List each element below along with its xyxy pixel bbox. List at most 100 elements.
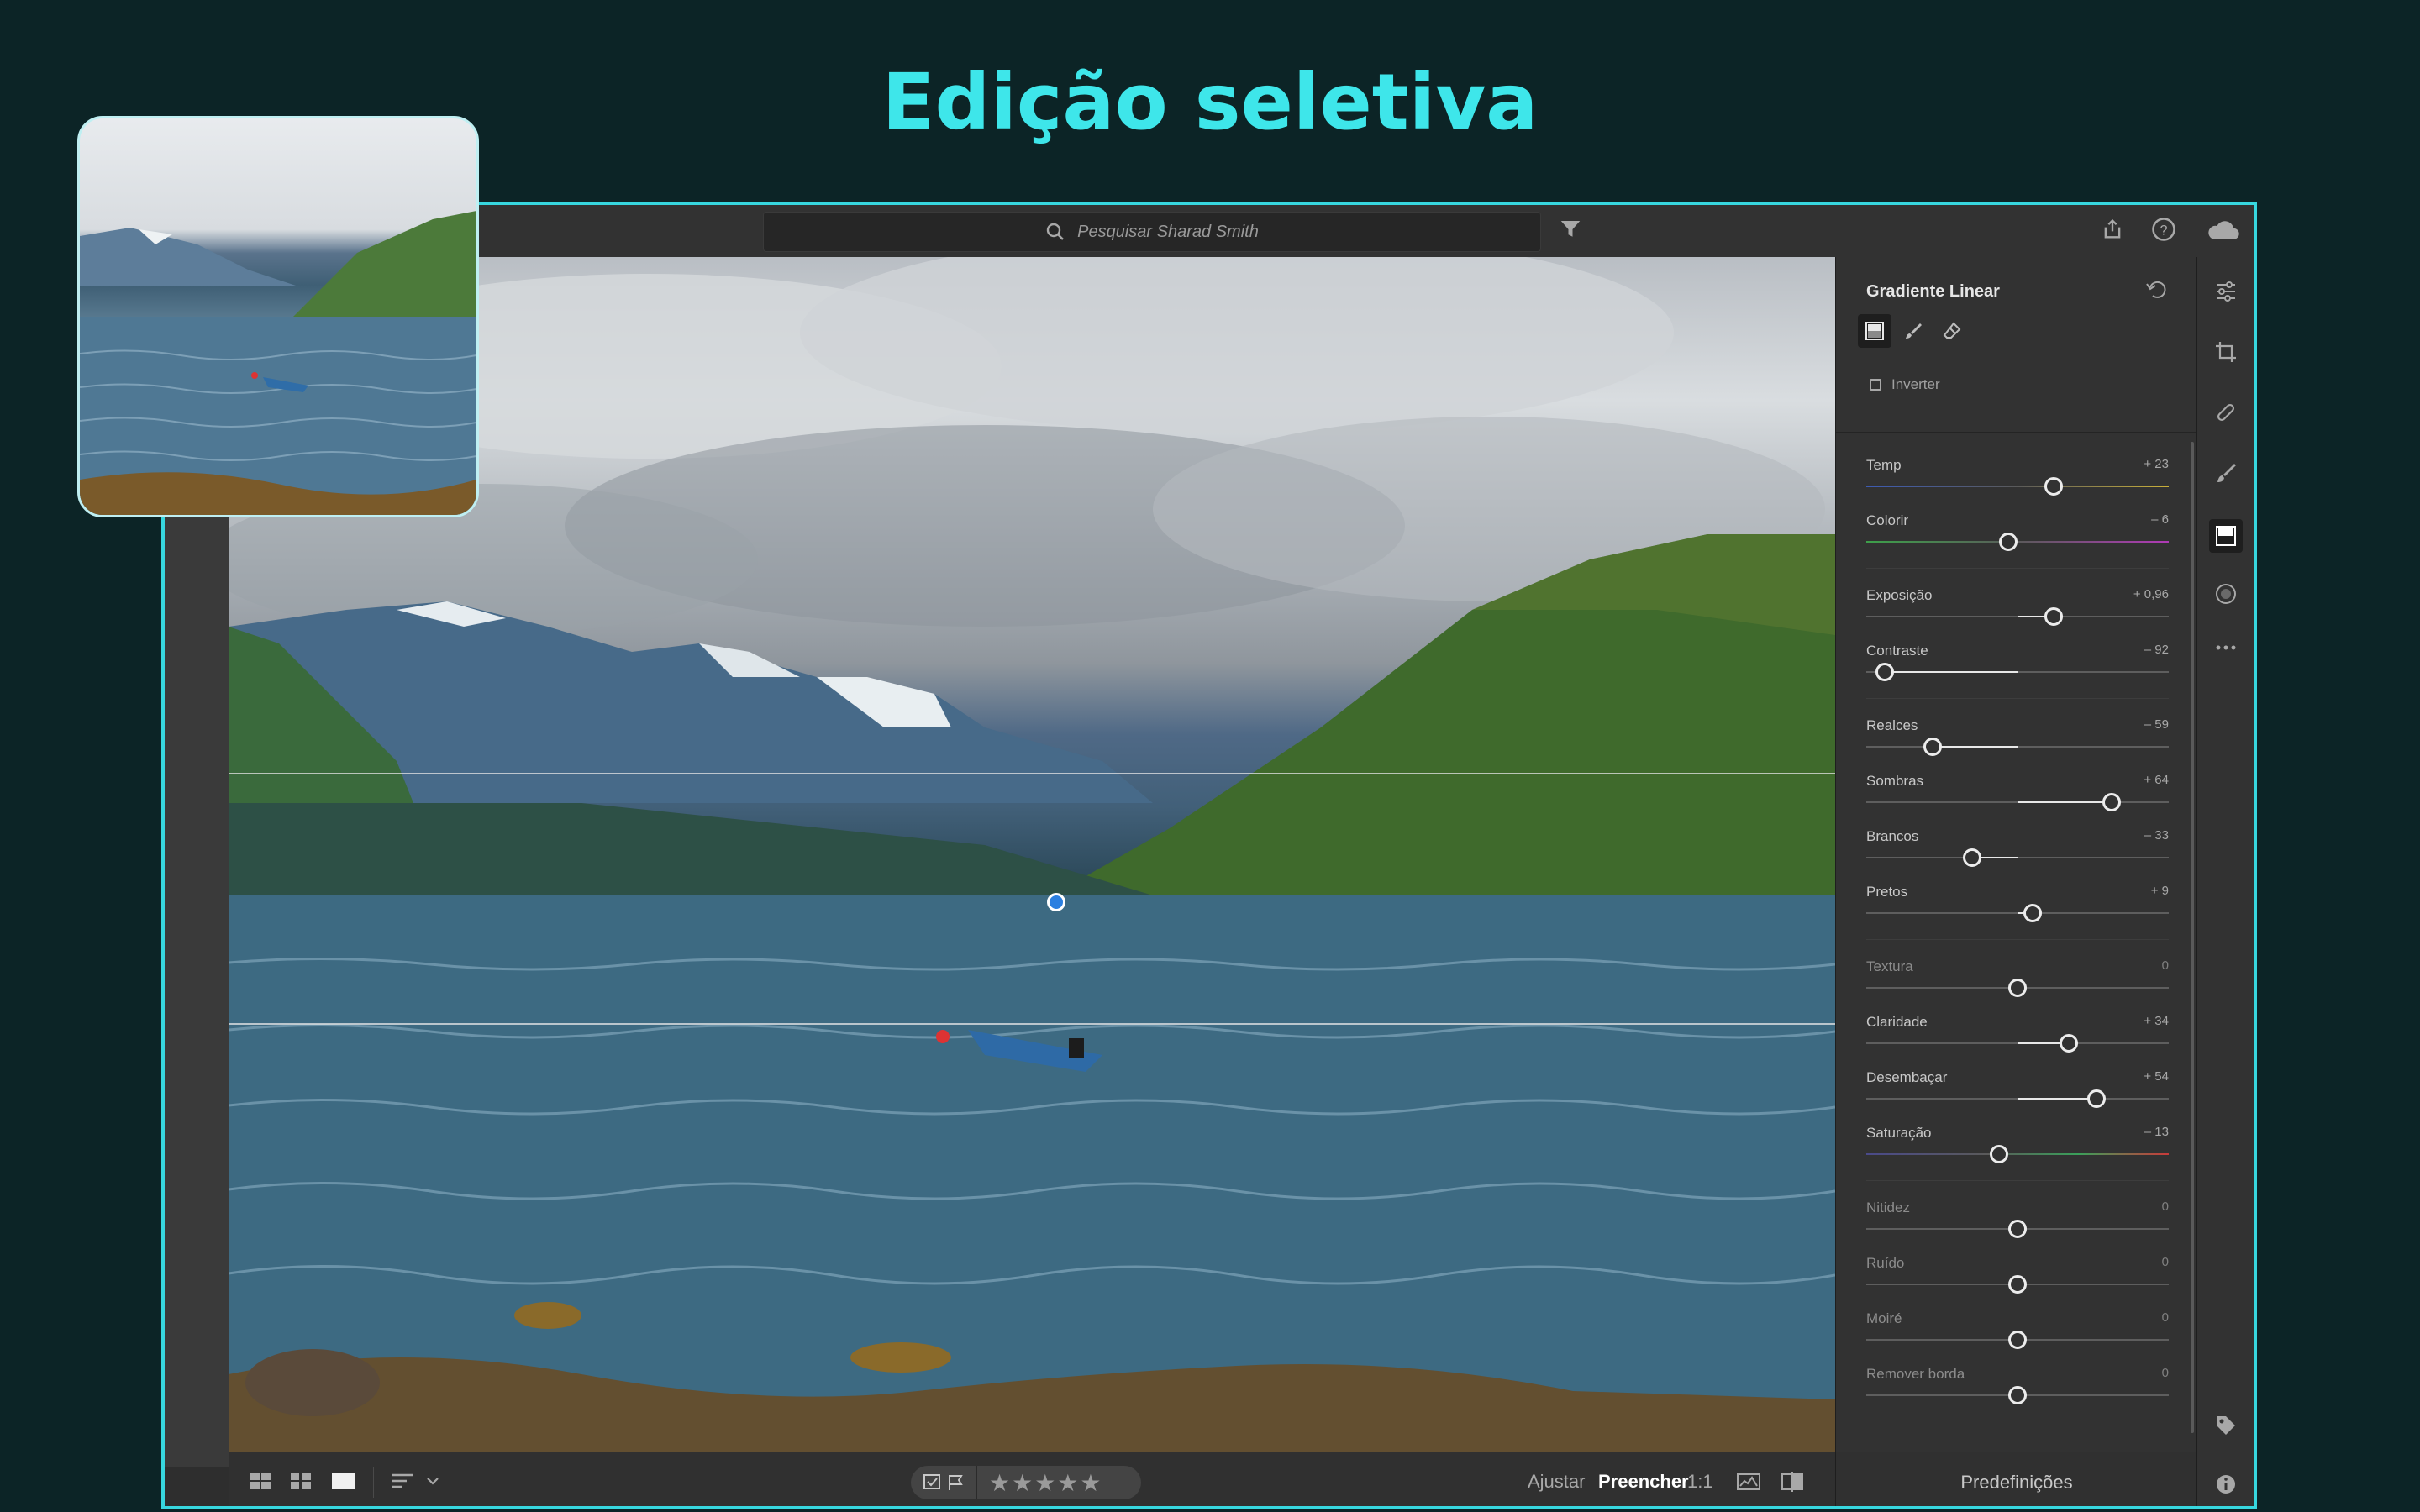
preencher-option[interactable]: Preencher <box>1598 1471 1689 1493</box>
slider-label: Temp <box>1866 457 1902 473</box>
slider-label: Contraste <box>1866 643 1928 659</box>
svg-text:?: ? <box>2160 223 2167 238</box>
slider-value: + 54 <box>2144 1069 2169 1084</box>
radial-gradient-icon[interactable] <box>2212 580 2240 608</box>
brush-tool-button[interactable] <box>1897 314 1930 348</box>
slider-thumb[interactable] <box>1963 848 1981 867</box>
slider-thumb[interactable] <box>1990 1145 2009 1163</box>
sliders-icon[interactable] <box>2212 277 2240 306</box>
slider-temp[interactable]: Temp + 23 <box>1866 457 2169 507</box>
slider-remover-borda[interactable]: Remover borda 0 <box>1866 1366 2169 1416</box>
crop-icon[interactable] <box>2212 338 2240 366</box>
gradient-tool-button[interactable] <box>1858 314 1891 348</box>
slider-colorir[interactable]: Colorir – 6 <box>1866 512 2169 563</box>
square-grid-icon[interactable] <box>249 1471 276 1494</box>
slider-contraste[interactable]: Contraste – 92 <box>1866 643 2169 693</box>
slider-value: 0 <box>2161 1255 2169 1269</box>
slider-realces[interactable]: Realces – 59 <box>1866 717 2169 768</box>
flag-buttons <box>911 1466 977 1499</box>
slider-thumb[interactable] <box>1999 533 2018 551</box>
slider-thumb[interactable] <box>2008 1220 2027 1238</box>
slider-textura[interactable]: Textura 0 <box>1866 958 2169 1009</box>
ajustar-option[interactable]: Ajustar <box>1528 1471 1585 1493</box>
brush-icon[interactable] <box>2212 459 2240 487</box>
linear-gradient-icon[interactable] <box>2209 519 2243 553</box>
panel-scrollbar[interactable] <box>2191 442 2194 1433</box>
eraser-tool-icon <box>1943 322 1961 339</box>
slider-claridade[interactable]: Claridade + 34 <box>1866 1014 2169 1064</box>
slider-thumb[interactable] <box>2008 1331 2027 1349</box>
invert-toggle[interactable]: Inverter <box>1870 376 1940 393</box>
slider-label: Realces <box>1866 717 1918 733</box>
filter-icon[interactable] <box>1558 217 1586 245</box>
single-view-icon[interactable] <box>331 1471 358 1494</box>
cloud-icon[interactable] <box>2205 217 2242 245</box>
presets-button[interactable]: Predefinições <box>1836 1452 2197 1506</box>
slider-value: + 9 <box>2150 884 2169 898</box>
slider-track[interactable] <box>1866 746 2169 748</box>
slider-saturação[interactable]: Saturação – 13 <box>1866 1125 2169 1175</box>
share-icon[interactable] <box>2101 217 2129 245</box>
slider-thumb[interactable] <box>2044 607 2064 626</box>
slider-thumb[interactable] <box>2008 1275 2027 1294</box>
reset-icon[interactable] <box>2145 279 2169 305</box>
one-to-one-option[interactable]: 1:1 <box>1687 1471 1713 1493</box>
slider-fill <box>2018 1098 2096 1100</box>
slider-value: + 64 <box>2144 773 2169 787</box>
slider-track[interactable] <box>1866 486 2169 487</box>
slider-thumb[interactable] <box>2008 979 2027 997</box>
more-icon[interactable] <box>2212 633 2240 662</box>
slider-value: – 33 <box>2144 828 2169 843</box>
brush-tool-icon <box>1906 323 1922 339</box>
slider-fill <box>2018 801 2112 803</box>
slider-nitidez[interactable]: Nitidez 0 <box>1866 1200 2169 1250</box>
star-rating[interactable]: ★★★★★ <box>977 1469 1103 1497</box>
slider-thumb[interactable] <box>2060 1034 2079 1053</box>
slider-ruído[interactable]: Ruído 0 <box>1866 1255 2169 1305</box>
gradient-start-line[interactable] <box>229 773 1835 774</box>
slider-sombras[interactable]: Sombras + 64 <box>1866 773 2169 823</box>
before-image <box>80 211 476 515</box>
slider-thumb[interactable] <box>2102 793 2121 811</box>
grid-icon[interactable] <box>289 1471 316 1494</box>
tag-icon[interactable] <box>2212 1411 2240 1440</box>
slider-thumb[interactable] <box>2044 477 2064 496</box>
slider-label: Sombras <box>1866 773 1924 789</box>
slider-value: – 6 <box>2151 512 2169 527</box>
reject-flag-icon[interactable] <box>946 1473 965 1492</box>
slider-thumb[interactable] <box>2008 1386 2027 1404</box>
info-icon[interactable] <box>2212 1470 2240 1499</box>
invert-checkbox[interactable] <box>1870 379 1881 391</box>
slider-desembaçar[interactable]: Desembaçar + 54 <box>1866 1069 2169 1120</box>
slider-track[interactable] <box>1866 857 2169 858</box>
compare-icon[interactable] <box>1780 1471 1807 1494</box>
eraser-tool-button[interactable] <box>1935 314 1969 348</box>
slider-track[interactable] <box>1866 1153 2169 1155</box>
chevron-down-icon[interactable] <box>425 1471 442 1494</box>
slider-group-divider <box>1866 698 2169 699</box>
help-icon[interactable]: ? <box>2151 217 2180 245</box>
slider-moiré[interactable]: Moiré 0 <box>1866 1310 2169 1361</box>
slider-pretos[interactable]: Pretos + 9 <box>1866 884 2169 934</box>
panel-title: Gradiente Linear <box>1866 282 2000 301</box>
slider-label: Desembaçar <box>1866 1069 1948 1085</box>
sort-icon[interactable] <box>390 1471 417 1494</box>
slider-thumb[interactable] <box>1923 738 1943 756</box>
before-thumbnail <box>77 116 479 517</box>
slider-label: Colorir <box>1866 512 1909 528</box>
pick-flag-icon[interactable] <box>923 1473 941 1492</box>
slider-exposição[interactable]: Exposição + 0,96 <box>1866 587 2169 638</box>
slider-thumb[interactable] <box>2023 904 2042 922</box>
search-input[interactable]: Pesquisar Sharad Smith <box>763 212 1541 252</box>
gradient-end-line[interactable] <box>229 1023 1835 1025</box>
slider-thumb[interactable] <box>2086 1089 2106 1108</box>
slider-brancos[interactable]: Brancos – 33 <box>1866 828 2169 879</box>
slider-value: + 34 <box>2144 1014 2169 1028</box>
gradient-center-pin[interactable] <box>1047 893 1065 911</box>
slider-group-divider <box>1866 1180 2169 1181</box>
histogram-icon[interactable] <box>1736 1471 1763 1494</box>
slider-value: + 0,96 <box>2133 587 2169 601</box>
healing-icon[interactable] <box>2212 398 2240 427</box>
slider-thumb[interactable] <box>1875 663 1894 681</box>
slider-label: Textura <box>1866 958 1913 974</box>
